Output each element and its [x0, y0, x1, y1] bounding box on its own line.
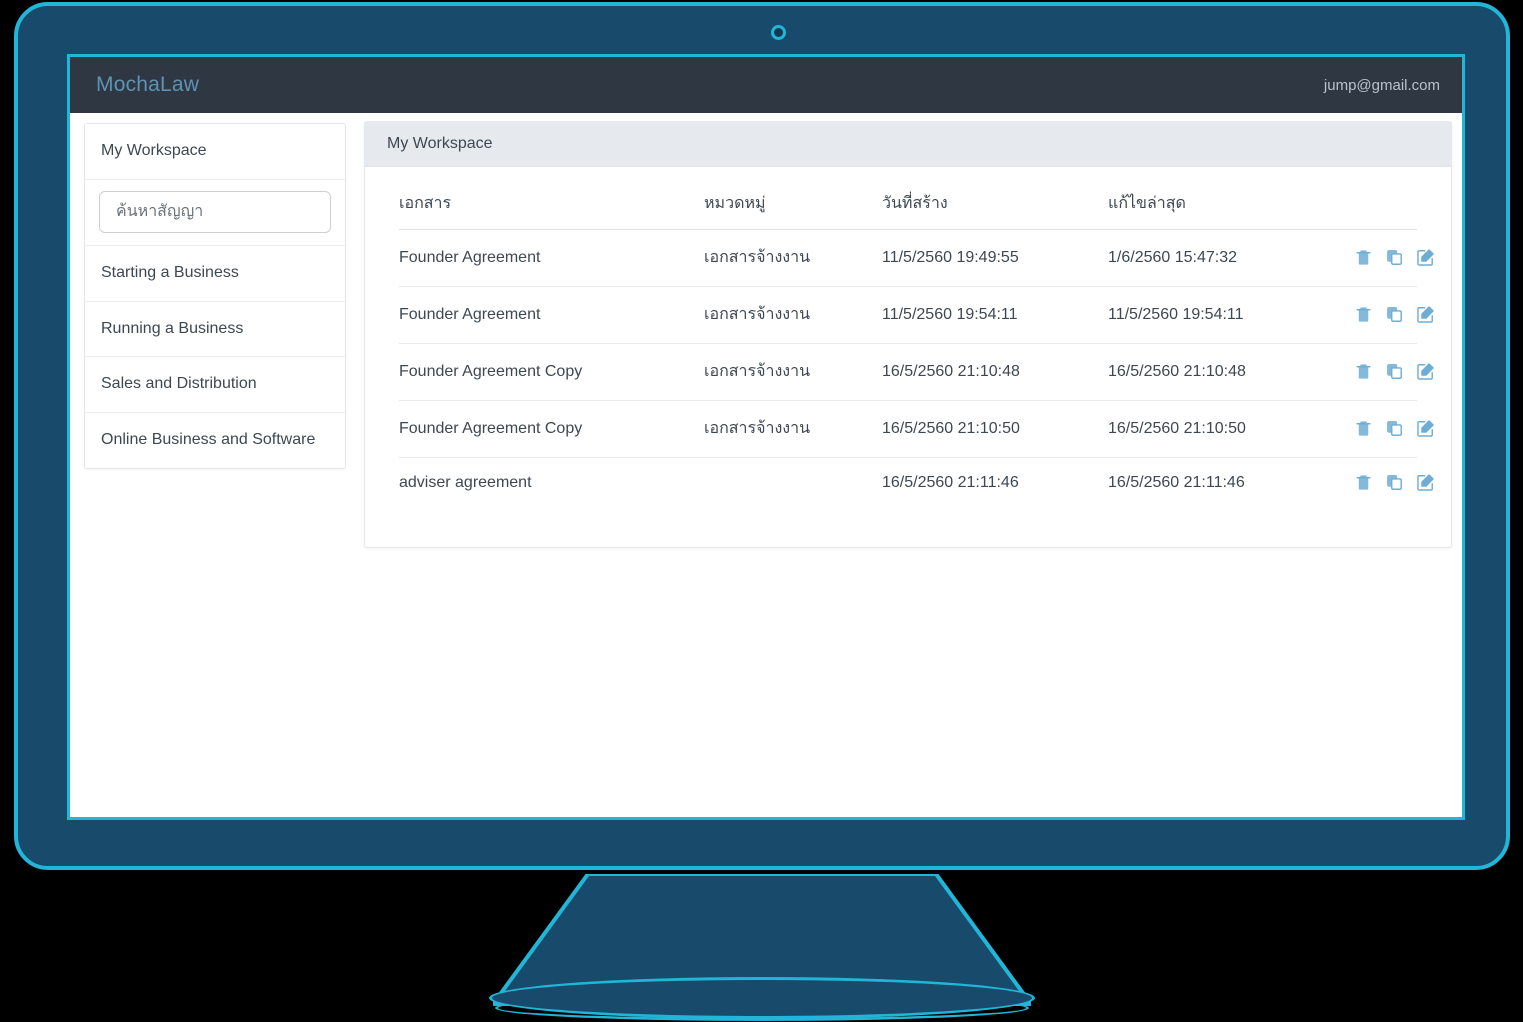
cell-modified: 16/5/2560 21:11:46	[1108, 473, 1245, 491]
camera-dot-icon	[771, 25, 786, 40]
row-action-group	[1340, 473, 1434, 492]
column-header-category: หมวดหมู่	[704, 173, 882, 230]
cell-modified: 16/5/2560 21:10:48	[1108, 343, 1340, 401]
cell-actions	[1340, 343, 1434, 401]
cell-actions	[1340, 400, 1434, 458]
app-body: My Workspace Starting a Business Running…	[70, 113, 1462, 817]
copy-icon[interactable]	[1385, 419, 1404, 438]
trash-icon[interactable]	[1354, 248, 1373, 267]
cell-document[interactable]: Founder Agreement	[399, 286, 704, 344]
edit-icon[interactable]	[1416, 419, 1435, 438]
table-row: Founder Agreement เอกสารจ้างงาน 11/5/2560 …	[399, 229, 1434, 287]
sidebar-item-starting-a-business[interactable]: Starting a Business	[85, 246, 345, 302]
cell-modified: 16/5/2560 21:10:50	[1108, 400, 1340, 458]
copy-icon[interactable]	[1385, 362, 1404, 381]
table-header-row: เอกสาร หมวดหมู่ วันที่สร้าง แก้ไขล่าสุด	[399, 173, 1417, 230]
sidebar-item-my-workspace[interactable]: My Workspace	[85, 124, 345, 180]
monitor-stand-base-highlight	[495, 995, 1029, 1021]
trash-icon[interactable]	[1354, 473, 1373, 492]
row-action-group	[1340, 362, 1434, 381]
table-row: Founder Agreement Copy เอกสารจ้างงาน 16/5/…	[399, 400, 1434, 458]
edit-icon[interactable]	[1416, 473, 1435, 492]
search-input[interactable]	[99, 190, 331, 233]
column-header-document: เอกสาร	[399, 173, 704, 230]
monitor-frame: MochaLaw jump@gmail.com My Workspace Sta…	[14, 2, 1510, 870]
cell-created: 11/5/2560 19:54:11	[882, 286, 1108, 344]
screen: MochaLaw jump@gmail.com My Workspace Sta…	[67, 54, 1465, 820]
panel-body: เอกสาร หมวดหมู่ วันที่สร้าง แก้ไขล่าสุด …	[365, 167, 1451, 528]
workspace-panel: My Workspace เอกสาร หมวดหมู่ วันที่สร้าง…	[364, 121, 1452, 548]
sidebar-item-sales-and-distribution[interactable]: Sales and Distribution	[85, 357, 345, 414]
table-body: Founder Agreement เอกสารจ้างงาน 11/5/2560 …	[399, 229, 1434, 509]
cell-category	[704, 458, 882, 509]
cell-created: 16/5/2560 21:10:50	[882, 400, 1108, 458]
panel-title: My Workspace	[365, 122, 1451, 167]
documents-table: เอกสาร หมวดหมู่ วันที่สร้าง แก้ไขล่าสุด …	[399, 173, 1434, 509]
sidebar: My Workspace Starting a Business Running…	[84, 123, 346, 469]
copy-icon[interactable]	[1385, 473, 1404, 492]
app-brand-logo[interactable]: MochaLaw	[96, 73, 199, 97]
copy-icon[interactable]	[1385, 305, 1404, 324]
cell-modified: 11/5/2560 19:54:11	[1108, 286, 1340, 344]
table-row: Founder Agreement เอกสารจ้างงาน 11/5/2560 …	[399, 286, 1434, 344]
cell-modified: 1/6/2560 15:47:32	[1108, 229, 1340, 287]
cell-document[interactable]: Founder Agreement Copy	[399, 343, 704, 401]
edit-icon[interactable]	[1416, 248, 1435, 267]
trash-icon[interactable]	[1354, 362, 1373, 381]
cell-category: เอกสารจ้างงาน	[704, 343, 882, 401]
cell-actions	[1340, 229, 1434, 287]
row-action-group	[1340, 419, 1434, 438]
edit-icon[interactable]	[1416, 305, 1435, 324]
cell-category: เอกสารจ้างงาน	[704, 400, 882, 458]
sidebar-search-wrapper	[85, 180, 345, 246]
trash-icon[interactable]	[1354, 419, 1373, 438]
cell-document[interactable]: adviser agreement	[399, 458, 704, 509]
cell-actions	[1340, 286, 1434, 344]
table-header: เอกสาร หมวดหมู่ วันที่สร้าง แก้ไขล่าสุด	[399, 173, 1417, 230]
column-header-created: วันที่สร้าง	[882, 173, 1108, 230]
cell-category: เอกสารจ้างงาน	[704, 286, 882, 344]
sidebar-item-online-business-and-software[interactable]: Online Business and Software	[85, 413, 345, 468]
cell-document[interactable]: Founder Agreement	[399, 229, 704, 287]
cell-category: เอกสารจ้างงาน	[704, 229, 882, 287]
sidebar-item-running-a-business[interactable]: Running a Business	[85, 302, 345, 358]
cell-actions	[1340, 458, 1434, 509]
cell-created: 11/5/2560 19:49:55	[882, 229, 1108, 287]
user-email-label[interactable]: jump@gmail.com	[1324, 77, 1440, 94]
cell-created: 16/5/2560 21:11:46	[882, 473, 1019, 491]
column-header-actions	[1340, 173, 1417, 230]
row-action-group	[1340, 305, 1434, 324]
table-row: Founder Agreement Copy เอกสารจ้างงาน 16/5/…	[399, 343, 1434, 401]
app-header-bar: MochaLaw jump@gmail.com	[70, 57, 1462, 113]
trash-icon[interactable]	[1354, 305, 1373, 324]
edit-icon[interactable]	[1416, 362, 1435, 381]
row-action-group	[1340, 248, 1434, 267]
table-row: adviser agreement 16/5/2560 21:11:46 16/5/…	[399, 458, 1434, 509]
column-header-modified: แก้ไขล่าสุด	[1108, 173, 1340, 230]
copy-icon[interactable]	[1385, 248, 1404, 267]
cell-document[interactable]: Founder Agreement Copy	[399, 400, 704, 458]
cell-created: 16/5/2560 21:10:48	[882, 343, 1108, 401]
